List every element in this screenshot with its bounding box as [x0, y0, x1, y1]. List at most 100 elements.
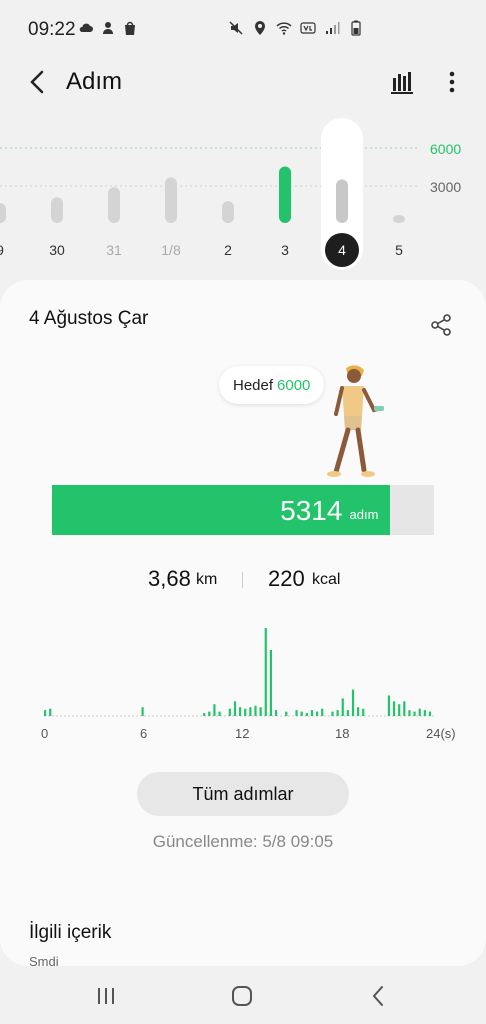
hourly-bar [346, 710, 349, 716]
status-notification-icons [78, 20, 138, 36]
day-label-4[interactable]: 4 [338, 242, 346, 258]
hourly-bar [331, 711, 334, 716]
day-label-2[interactable]: 2 [224, 242, 232, 258]
all-steps-button[interactable]: Tüm adımlar [137, 772, 349, 816]
day-bar-4[interactable] [336, 179, 348, 223]
volte-icon [300, 22, 316, 34]
status-system-icons [228, 20, 364, 36]
walking-person-illustration [327, 365, 384, 477]
daily-steps-card: 4 Ağustos Çar Hedef 6000 5314 adım 3,68 … [0, 280, 486, 966]
status-bar: 09:22 [0, 0, 486, 60]
day-bar-9[interactable] [0, 203, 6, 223]
hourly-bar [351, 689, 355, 716]
calorie-value: 220 [268, 566, 305, 591]
hourly-bar [321, 708, 324, 716]
day-label-3[interactable]: 3 [281, 242, 289, 258]
hourly-bar [392, 701, 396, 716]
hourly-bar [362, 708, 365, 716]
hourly-bar [203, 713, 206, 716]
bar-chart-icon[interactable] [386, 66, 418, 98]
hourly-axis-label-24: 24(s) [426, 726, 456, 741]
home-icon[interactable] [228, 982, 256, 1010]
hourly-bar [218, 711, 221, 716]
hourly-bar [428, 711, 432, 716]
hourly-bar [49, 708, 52, 716]
recent-apps-icon[interactable] [92, 982, 120, 1010]
day-label-1/8[interactable]: 1/8 [161, 242, 181, 258]
stats-divider [242, 572, 243, 588]
hourly-axis-label-18: 18 [335, 726, 350, 741]
hourly-bar [408, 710, 411, 716]
hourly-bar [274, 710, 278, 716]
share-icon[interactable] [428, 312, 454, 338]
hourly-axis-label-6: 6 [140, 726, 148, 741]
steps-count: 5314 [280, 495, 343, 526]
hourly-bar [336, 710, 339, 716]
goal-tick-label: 6000 [430, 141, 461, 157]
related-content-title: İlgili içerik [29, 922, 112, 943]
hourly-steps-chart [44, 628, 434, 717]
calorie-unit: kcal [312, 571, 341, 588]
hourly-axis-label-12: 12 [235, 726, 250, 741]
shopping-bag-icon [125, 21, 135, 35]
card-date: 4 Ağustos Çar [29, 308, 149, 329]
hourly-bar [300, 711, 303, 716]
hourly-bar [387, 695, 391, 716]
hourly-bar [341, 698, 344, 716]
weekly-steps-chart[interactable]: 6000 3000 9 30 31 1/8 2 3 4 5 [0, 118, 486, 278]
day-label-9[interactable]: 9 [0, 242, 4, 258]
back-arrow-icon[interactable] [22, 66, 54, 98]
hourly-axis-label-0: 0 [41, 726, 49, 741]
status-time: 09:22 [28, 19, 76, 40]
day-bar-3[interactable] [279, 166, 291, 223]
mute-icon [229, 21, 243, 35]
steps-progress-bar: 5314 adım [52, 485, 434, 535]
hourly-bar [244, 708, 247, 716]
location-icon [255, 21, 265, 35]
day-label-5[interactable]: 5 [395, 242, 403, 258]
hourly-bar [141, 707, 144, 716]
day-bar-31[interactable] [108, 187, 120, 223]
cloud-icon [79, 23, 93, 32]
hourly-bar [228, 708, 231, 716]
hourly-bar [403, 701, 406, 716]
system-nav-bar [0, 966, 486, 1024]
goal-value: 6000 [277, 376, 311, 394]
goal-label: Hedef [233, 376, 274, 394]
hourly-bar [285, 711, 288, 716]
hourly-bar [398, 704, 401, 716]
updated-timestamp: Güncellenme: 5/8 09:05 [152, 832, 334, 851]
day-bar-5[interactable] [393, 215, 405, 223]
hourly-bar [259, 707, 262, 716]
day-bar-30[interactable] [51, 197, 63, 223]
app-header: Adım [0, 60, 486, 104]
hourly-bar [305, 713, 308, 716]
hourly-bar [249, 707, 252, 716]
hourly-bar [310, 710, 314, 716]
hourly-bar [264, 628, 267, 716]
back-nav-icon[interactable] [364, 982, 392, 1010]
hourly-bar [239, 707, 242, 716]
hourly-bar [44, 710, 47, 716]
goal-bubble: Hedef 6000 [219, 366, 325, 404]
battery-icon [351, 20, 361, 36]
mid-tick-label: 3000 [430, 179, 461, 195]
hourly-bar [269, 650, 272, 716]
hourly-bar [413, 711, 416, 716]
day-bar-1/8[interactable] [165, 177, 177, 223]
more-options-icon[interactable] [442, 66, 462, 98]
hourly-bar [254, 705, 257, 716]
hourly-bar [233, 701, 237, 716]
app-notification-icon [103, 22, 113, 34]
weekly-steps-svg: 6000 3000 9 30 31 1/8 2 3 4 5 [0, 118, 461, 270]
steps-unit: adım [349, 507, 379, 522]
distance-unit: km [196, 571, 218, 588]
signal-icon [326, 22, 340, 34]
day-bar-2[interactable] [222, 201, 234, 223]
hourly-bar [315, 711, 319, 716]
wifi-icon [276, 22, 292, 35]
day-label-30[interactable]: 30 [49, 242, 65, 258]
related-content-subtitle: Şmdi [29, 954, 59, 966]
day-label-31[interactable]: 31 [106, 242, 122, 258]
hourly-bar [213, 704, 216, 716]
